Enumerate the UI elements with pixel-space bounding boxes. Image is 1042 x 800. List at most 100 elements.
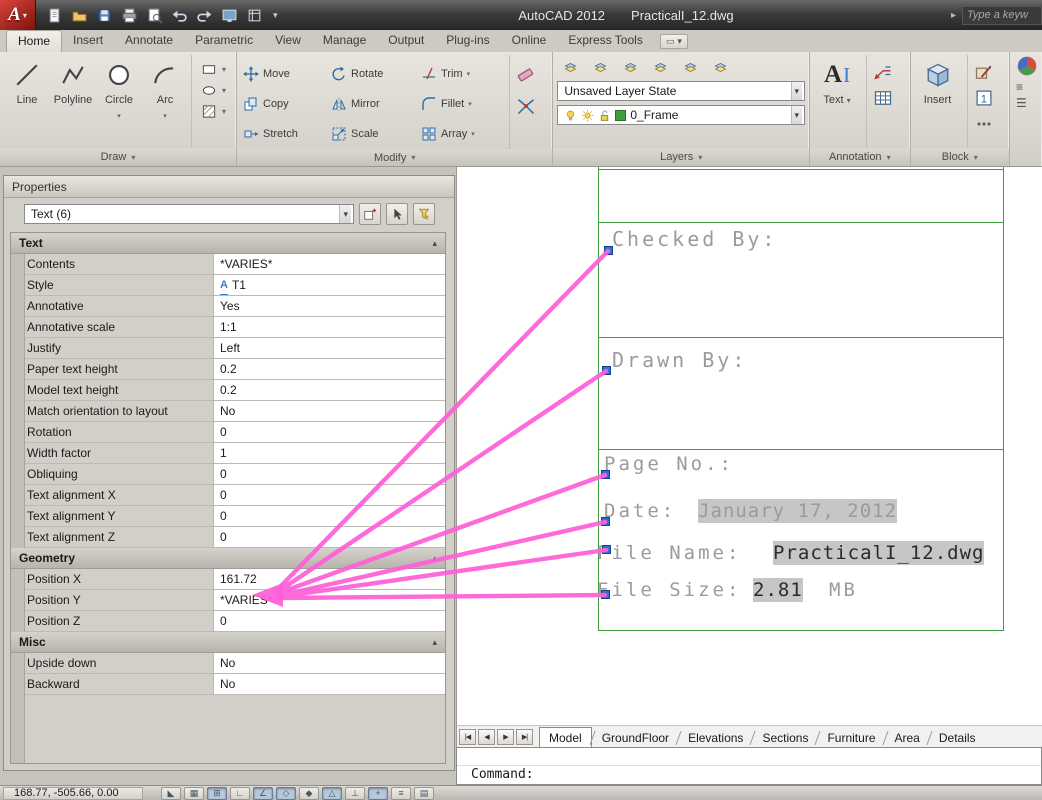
infocenter-expand-icon[interactable]: ▸ <box>951 10 956 21</box>
tool-polyline-button[interactable]: Polyline <box>50 55 96 148</box>
explode-icon[interactable] <box>516 96 536 116</box>
file-size-label-text[interactable]: File Size: <box>597 578 741 602</box>
table-icon[interactable] <box>873 88 893 108</box>
property-value[interactable]: 0 <box>214 422 445 442</box>
tool-arc-button[interactable]: Arc ▾ <box>142 55 188 148</box>
drawing-area[interactable]: Checked By: Drawn By: Page No.: Date: Ja… <box>456 167 1042 725</box>
hatch-tool-button[interactable]: ▾ <box>199 104 232 119</box>
ribbon-tab-home[interactable]: Home <box>6 30 63 52</box>
command-input[interactable]: Command: <box>457 765 1041 784</box>
layout-tab-area[interactable]: Area <box>886 728 929 747</box>
ribbon-tab-insert[interactable]: Insert <box>62 30 114 52</box>
redo-icon[interactable] <box>194 5 215 26</box>
block-panel-label[interactable]: Block ▾ <box>910 148 1009 166</box>
annotation-panel-label[interactable]: Annotation ▾ <box>810 148 910 166</box>
tool-copy-button[interactable]: Copy <box>241 89 329 119</box>
page-no-text[interactable]: Page No.: <box>604 452 734 476</box>
ribbon-tab-output[interactable]: Output <box>377 30 435 52</box>
dynamic-input-toggle[interactable]: + <box>368 786 388 800</box>
screen-icon[interactable] <box>219 5 240 26</box>
property-value[interactable]: No <box>214 653 445 673</box>
property-value[interactable]: *VARIES* <box>214 590 445 610</box>
tool-scale-button[interactable]: Scale <box>329 119 419 149</box>
define-attribute-icon[interactable]: 1 <box>974 88 994 108</box>
tool-trim-button[interactable]: Trim ▾ <box>419 59 507 89</box>
layer-state-dropdown[interactable]: Unsaved Layer State ▾ <box>557 81 806 101</box>
file-name-label-text[interactable]: File Name: <box>597 541 741 565</box>
property-value[interactable]: No <box>214 674 445 694</box>
grip[interactable] <box>601 590 610 599</box>
toggle-pickadd-button[interactable] <box>359 203 381 225</box>
tool-rotate-button[interactable]: Rotate <box>329 59 419 89</box>
tool-move-button[interactable]: Move <box>241 59 329 89</box>
last-layout-button[interactable]: ▶| <box>516 728 533 745</box>
property-value[interactable]: 0 <box>214 506 445 526</box>
block-editor-icon[interactable] <box>974 62 994 82</box>
dynamic-ucs-toggle[interactable]: ⊥ <box>345 786 365 800</box>
property-value[interactable]: 0 <box>214 464 445 484</box>
grid-display-toggle[interactable]: ⊞ <box>207 786 227 800</box>
property-value[interactable]: Left <box>214 338 445 358</box>
property-value[interactable]: No <box>214 401 445 421</box>
ortho-mode-toggle[interactable]: ∟ <box>230 786 250 800</box>
layer-freeze-icon[interactable] <box>649 57 672 77</box>
grip[interactable] <box>601 517 610 526</box>
ribbon-tab-manage[interactable]: Manage <box>312 30 377 52</box>
infocenter-search-input[interactable]: Type a keyw <box>962 5 1042 25</box>
grip[interactable] <box>602 545 611 554</box>
infer-constraints-toggle[interactable]: ◣ <box>161 786 181 800</box>
minimize-ribbon-button[interactable]: ▭ ▾ <box>659 34 688 49</box>
open-icon[interactable] <box>69 5 90 26</box>
category-text[interactable]: Text ▴ <box>11 233 445 254</box>
qat-menu-button[interactable]: ▾ <box>273 10 278 21</box>
new-icon[interactable] <box>44 5 65 26</box>
property-value[interactable]: 161.72 <box>214 569 445 589</box>
preview-icon[interactable] <box>144 5 165 26</box>
ribbon-tab-plug-ins[interactable]: Plug-ins <box>435 30 500 52</box>
polar-tracking-toggle[interactable]: ∠ <box>253 786 273 800</box>
layout-tab-model[interactable]: Model <box>539 727 592 747</box>
layers-panel-label[interactable]: Layers ▾ <box>553 148 810 166</box>
first-layout-button[interactable]: |◀ <box>459 728 476 745</box>
tool-mirror-button[interactable]: Mirror <box>329 89 419 119</box>
property-value[interactable]: 1 <box>214 443 445 463</box>
linetype-icon[interactable]: ≡ <box>1016 81 1023 93</box>
erase-icon[interactable] <box>516 64 536 84</box>
save-icon[interactable] <box>94 5 115 26</box>
layout-tab-elevations[interactable]: Elevations <box>679 728 752 747</box>
rectangle-tool-button[interactable]: ▾ <box>199 62 232 77</box>
3d-object-snap-toggle[interactable]: ◆ <box>299 786 319 800</box>
property-value[interactable]: *VARIES* <box>214 254 445 274</box>
leader-icon[interactable] <box>873 62 893 82</box>
layer-off-icon[interactable] <box>589 57 612 77</box>
layout-tab-details[interactable]: Details <box>930 728 985 747</box>
category-geometry[interactable]: Geometry ▴ <box>11 548 445 569</box>
date-value-text[interactable]: January 17, 2012 <box>698 499 898 523</box>
layout-tab-furniture[interactable]: Furniture <box>818 728 884 747</box>
grip[interactable] <box>601 470 610 479</box>
command-window[interactable]: Command: <box>456 747 1042 785</box>
file-size-value-text[interactable]: 2.81 <box>753 578 803 602</box>
checked-by-text[interactable]: Checked By: <box>612 227 777 251</box>
date-label-text[interactable]: Date: <box>604 499 676 523</box>
sheet-icon[interactable] <box>244 5 265 26</box>
property-value[interactable]: 0 <box>214 611 445 631</box>
application-menu-button[interactable]: A ▾ <box>0 0 36 30</box>
grip[interactable] <box>604 246 613 255</box>
tool-array-button[interactable]: Array ▾ <box>419 119 507 149</box>
quick-properties-toggle[interactable]: ▤ <box>414 786 434 800</box>
quick-select-button[interactable] <box>413 203 435 225</box>
color-wheel-icon[interactable] <box>1016 55 1038 77</box>
file-size-unit-text[interactable]: MB <box>829 578 858 602</box>
property-value[interactable]: 0 <box>214 485 445 505</box>
property-value[interactable]: A T1 <box>214 275 445 295</box>
next-layout-button[interactable]: ▶ <box>497 728 514 745</box>
tool-stretch-button[interactable]: Stretch <box>241 119 329 149</box>
tool-line-button[interactable]: Line <box>4 55 50 148</box>
property-value[interactable]: 0.2 <box>214 380 445 400</box>
ribbon-tab-parametric[interactable]: Parametric <box>184 30 264 52</box>
property-value[interactable]: 0 <box>214 527 445 547</box>
ribbon-tab-express-tools[interactable]: Express Tools <box>557 30 653 52</box>
plot-icon[interactable] <box>119 5 140 26</box>
select-objects-button[interactable] <box>386 203 408 225</box>
